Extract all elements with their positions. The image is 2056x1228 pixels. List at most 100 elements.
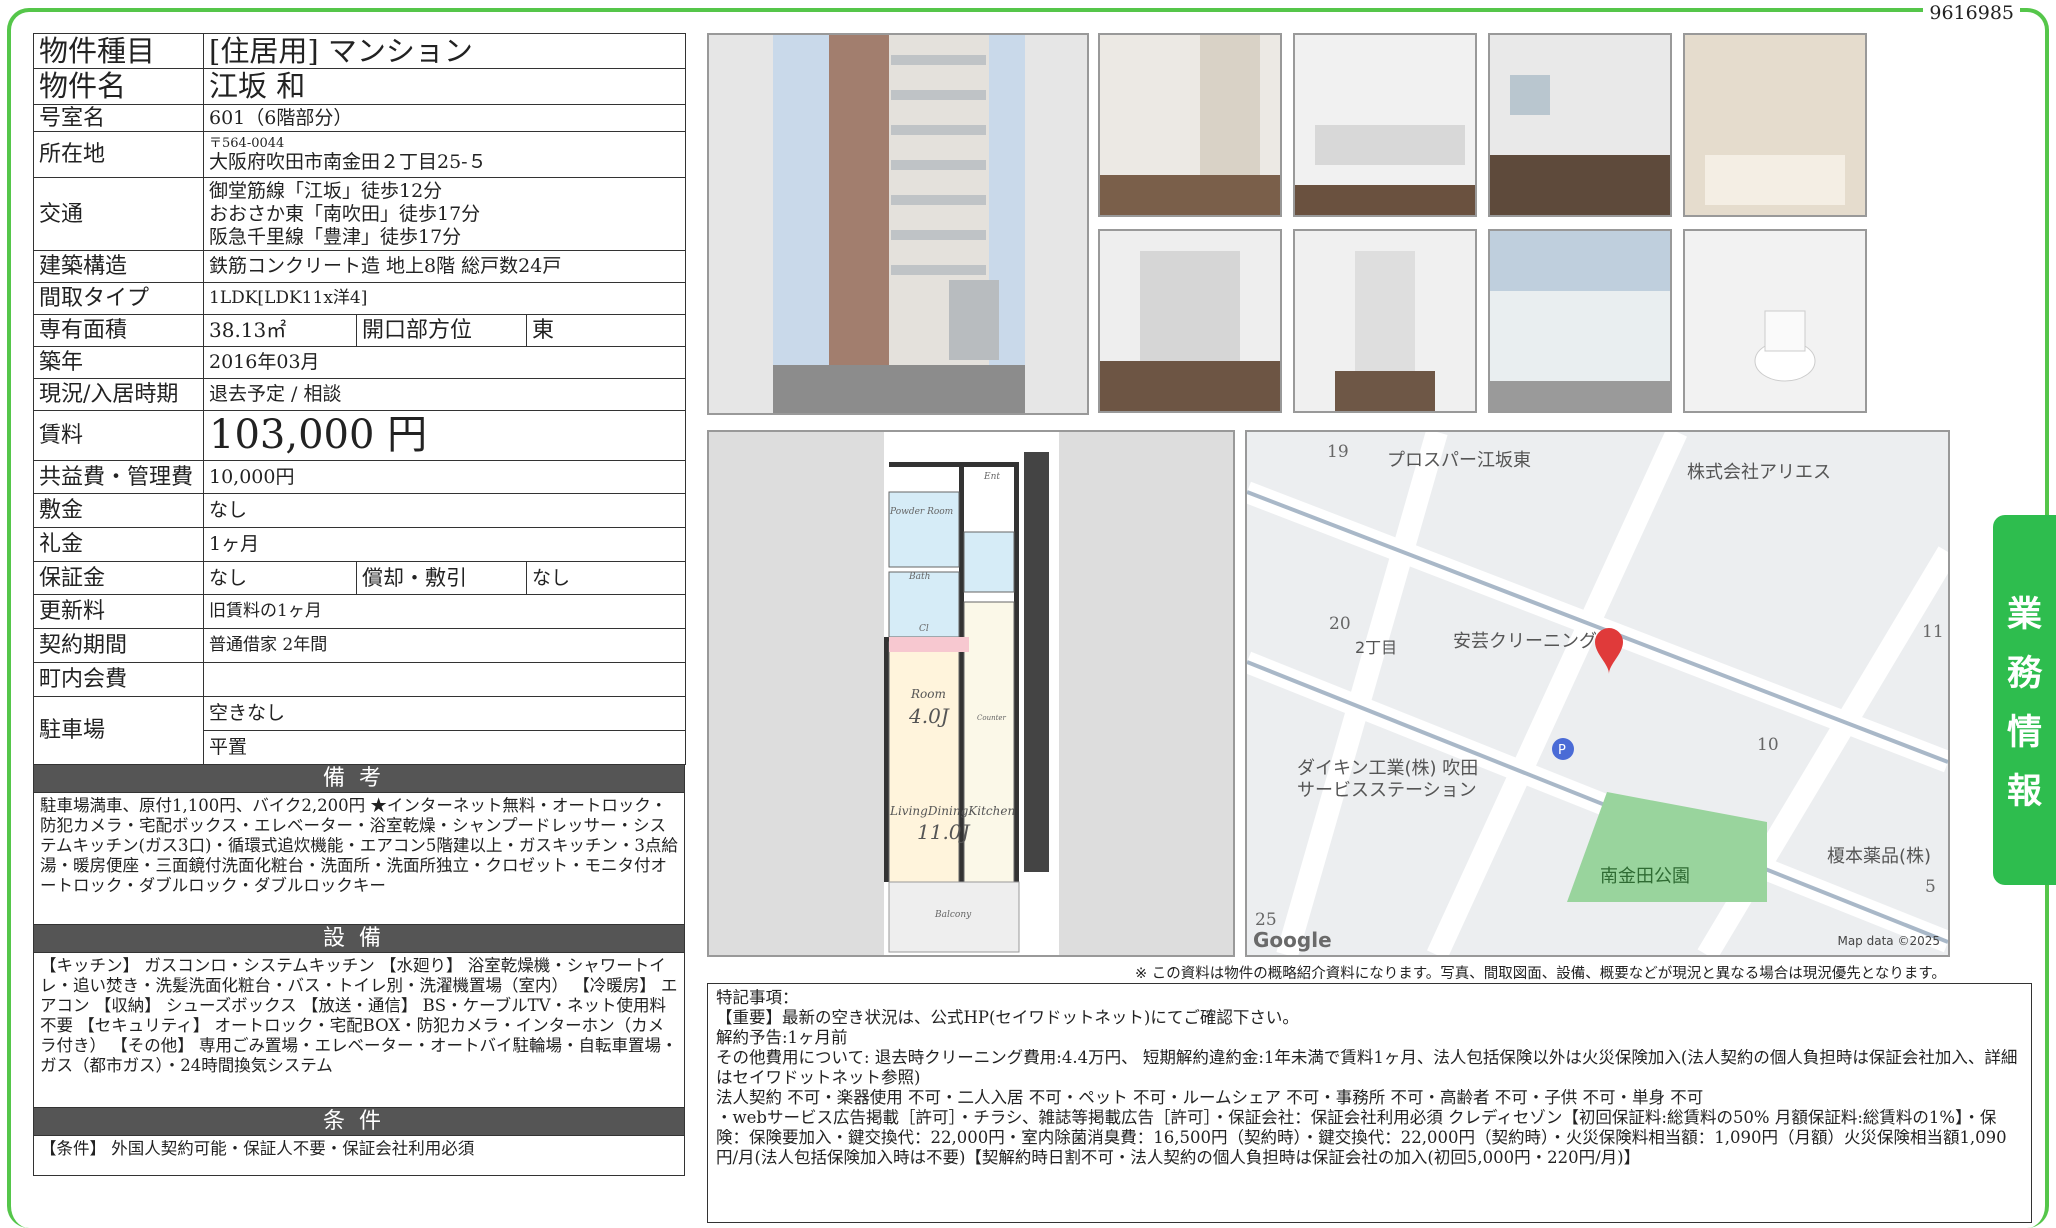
amort-value: なし <box>525 561 687 595</box>
powder-label: Powder Room <box>890 507 954 517</box>
remark-line: ・webサービス広告掲載［許可］・チラシ、雑誌等掲載広告［許可］・保証会社：保証… <box>716 1108 2007 1167</box>
parking-type: 平置 <box>202 730 687 765</box>
map-block-number: 10 <box>1757 735 1779 755</box>
business-info-tab[interactable]: 業 務 情 報 <box>1993 515 2056 885</box>
rent-value: 103,000 円 <box>202 410 687 461</box>
struct-label: 建築構造 <box>33 250 204 283</box>
room-photo <box>1488 33 1672 217</box>
parking-label: 駐車場 <box>33 696 204 765</box>
town-fee-label: 町内会費 <box>33 662 204 697</box>
ldk-size: 11.0J <box>917 820 970 844</box>
document-id: 9616985 <box>1923 2 2020 24</box>
renew-value: 旧賃料の1ヶ月 <box>202 594 687 629</box>
setsubi-text: 【キッチン】 ガスコンロ・システムキッチン 【水廻り】 浴室乾燥機・シャワートイ… <box>33 953 685 1108</box>
bathroom-photo <box>1683 33 1867 217</box>
transit-line: 御堂筋線「江坂」徒歩12分 <box>209 179 443 202</box>
status-label: 現況/入居時期 <box>33 378 204 411</box>
remark-line: 解約予告:1ヶ月前 <box>716 1028 848 1047</box>
addr-value: 大阪府吹田市南金田２丁目25-５ <box>209 150 487 173</box>
disclaimer: ※ この資料は物件の概略紹介資料になります。写真、間取図面、設備、概要などが現況… <box>1135 966 1946 982</box>
layout-value: 1LDK[LDK11x洋4] <box>202 282 687 315</box>
key-money-value: 1ヶ月 <box>202 527 687 562</box>
built-value: 2016年03月 <box>202 346 687 379</box>
struct-value: 鉄筋コンクリート造 地上8階 総戸数24戸 <box>202 250 687 283</box>
dir-label: 開口部方位 <box>356 314 527 347</box>
google-logo: Google <box>1253 928 1332 952</box>
dir-value: 東 <box>525 314 687 347</box>
postal-code: 〒564-0044 <box>209 135 285 151</box>
area-value: 38.13㎡ <box>203 314 357 347</box>
key-money-label: 礼金 <box>33 527 204 562</box>
floor-plan: Powder Room Bath Cl Ent Room 4.0J Living… <box>707 430 1235 957</box>
area-label: 専有面積 <box>33 314 204 347</box>
room-label: 号室名 <box>33 104 204 132</box>
map-block-number: 25 <box>1255 910 1277 930</box>
room-value: 601（6階部分） <box>202 104 687 132</box>
amort-label: 償却・敷引 <box>356 561 527 595</box>
setsubi-header: 設備 <box>33 925 685 953</box>
bath-label: Bath <box>909 572 931 582</box>
balcony-label: Balcony <box>935 910 972 920</box>
layout-label: 間取タイプ <box>33 282 204 315</box>
type-label: 物件種目 <box>33 33 204 69</box>
special-remarks: 特記事項： 【重要】最新の空き状況は、公式HP(セイワドットネット)にてご確認下… <box>707 983 2032 1223</box>
fee-value: 10,000円 <box>202 460 687 494</box>
svg-text:P: P <box>1558 743 1566 758</box>
property-table: 物件種目 [住居用] マンション 物件名 江坂 和 号室名 601（6階部分） 所在地… <box>33 33 687 765</box>
rent-label: 賃料 <box>33 410 204 461</box>
closet-label: Cl <box>919 624 929 634</box>
room-label: Room <box>911 687 946 701</box>
remark-line: 法人契約 不可・楽器使用 不可・二人入居 不可・ペット 不可・ルームシェア 不可… <box>716 1088 1704 1107</box>
toilet-photo <box>1683 229 1867 413</box>
transit-line: おおさか東「南吹田」徒歩17分 <box>209 202 481 225</box>
location-map[interactable]: P プロスパー江坂東 株式会社アリエス 安芸クリーニング ダイキン工業(株) 吹… <box>1245 430 1950 957</box>
town-fee-value <box>202 662 687 697</box>
deposit-value: なし <box>202 493 687 528</box>
map-district: 2丁目 <box>1355 638 1398 657</box>
map-poi[interactable]: 株式会社アリエス <box>1687 458 1831 484</box>
map-poi[interactable]: プロスパー江坂東 <box>1387 446 1531 472</box>
deposit-label: 敷金 <box>33 493 204 528</box>
parking-status: 空きなし <box>202 696 687 731</box>
remark-line: 【重要】最新の空き状況は、公式HP(セイワドットネット)にてご確認下さい。 <box>716 1008 1299 1027</box>
transit-label: 交通 <box>33 177 204 251</box>
closet-photo <box>1098 229 1282 413</box>
name-label: 物件名 <box>33 68 204 105</box>
built-label: 築年 <box>33 346 204 379</box>
guarantee-label: 保証金 <box>33 561 204 595</box>
balcony-photo <box>1488 229 1672 413</box>
map-block-number: 5 <box>1925 877 1936 897</box>
tab-char: 情 <box>2006 713 2042 753</box>
fee-label: 共益費・管理費 <box>33 460 204 494</box>
addr-label: 所在地 <box>33 131 204 178</box>
entrance-label: Ent <box>984 472 1000 482</box>
map-poi[interactable]: 榎本薬品(株) <box>1827 842 1931 868</box>
property-info: 物件種目 [住居用] マンション 物件名 江坂 和 号室名 601（6階部分） 所在地… <box>33 33 687 1176</box>
map-poi[interactable]: 安芸クリーニング <box>1453 627 1597 653</box>
room-size: 4.0J <box>909 704 949 728</box>
hallway-photo <box>1293 229 1477 413</box>
building-photo <box>707 33 1089 415</box>
renew-label: 更新料 <box>33 594 204 629</box>
status-value: 退去予定 / 相談 <box>202 378 687 411</box>
ldk-label: LivingDiningKitchen <box>890 804 1016 818</box>
remark-line: その他費用について: 退去時クリーニング費用:4.4万円、 短期解約違約金:1年… <box>716 1048 2018 1087</box>
map-block-number: 11 <box>1922 622 1944 642</box>
map-park[interactable]: 南金田公園 <box>1600 862 1690 888</box>
type-value: [住居用] マンション <box>202 33 687 69</box>
counter-label: Counter <box>977 714 1006 722</box>
contract-value: 普通借家 2年間 <box>202 628 687 663</box>
tab-char: 務 <box>2006 654 2042 694</box>
interior-photo <box>1098 33 1282 217</box>
kitchen-photo <box>1293 33 1477 217</box>
map-poi[interactable]: サービスステーション <box>1297 776 1477 802</box>
name-value: 江坂 和 <box>202 68 687 105</box>
bikou-header: 備考 <box>33 765 685 793</box>
bikou-text: 駐車場満車、原付1,100円、バイク2,200円 ★インターネット無料・オートロ… <box>33 793 685 925</box>
map-block-number: 19 <box>1327 442 1349 462</box>
map-attribution: Map data ©2025 <box>1837 934 1940 948</box>
transit-line: 阪急千里線「豊津」徒歩17分 <box>209 225 462 248</box>
tab-char: 報 <box>2006 772 2042 812</box>
remark-line: 特記事項： <box>716 988 799 1007</box>
contract-label: 契約期間 <box>33 628 204 663</box>
